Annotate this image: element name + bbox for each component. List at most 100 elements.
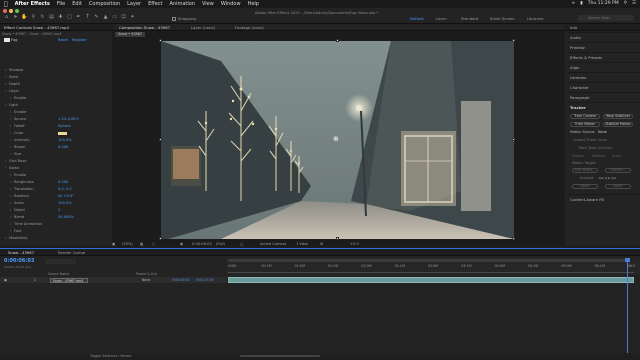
layer-name[interactable]: Snow - 43967.mp4 <box>50 277 88 283</box>
parent-dropdown[interactable]: None <box>142 278 150 282</box>
twirl-icon[interactable]: › <box>10 201 11 205</box>
type-tool-icon[interactable]: T <box>84 15 91 20</box>
workspace-learn[interactable]: Learn <box>436 16 447 21</box>
menu-window[interactable]: Window <box>221 1 241 7</box>
twirl-icon[interactable]: › <box>10 110 11 114</box>
home-icon[interactable]: ⌂ <box>3 15 10 20</box>
menu-help[interactable]: Help <box>248 1 259 7</box>
search-help-input[interactable]: Search Help <box>578 15 634 21</box>
twirl-icon[interactable]: › <box>5 166 6 170</box>
eraser-tool-icon[interactable]: ▭ <box>111 15 118 20</box>
twirl-icon[interactable]: › <box>5 75 6 79</box>
region-icon[interactable]: ▢ <box>240 242 243 246</box>
effect-property-value[interactable]: 0.0, 0.0 <box>58 187 72 191</box>
track-motion-button[interactable]: Track Motion <box>570 122 600 127</box>
panel-content-aware-fill[interactable]: Content-Aware Fill <box>570 197 604 202</box>
playhead-handle[interactable] <box>625 258 630 262</box>
effect-property-value[interactable]: 50.000% <box>58 215 74 219</box>
twirl-icon[interactable]: › <box>10 173 11 177</box>
color-swatch[interactable] <box>58 131 67 135</box>
panel-effects-presets[interactable]: Effects & Presets <box>570 55 602 60</box>
workspace-default[interactable]: Default <box>410 16 424 21</box>
transform-handle-top-left[interactable] <box>159 39 162 42</box>
transform-handle-mid-left[interactable] <box>159 138 162 141</box>
grid-icon[interactable]: ▦ <box>140 242 143 246</box>
track-camera-button[interactable]: Track Camera <box>570 114 600 119</box>
work-area-bar[interactable] <box>228 259 628 262</box>
effect-property-value[interactable]: 0x +0.0° <box>58 194 74 198</box>
transform-handle-bottom-center[interactable] <box>336 237 339 240</box>
twirl-icon[interactable]: › <box>10 215 11 219</box>
mask-icon[interactable]: ○ <box>152 242 155 246</box>
twirl-icon[interactable]: › <box>10 222 11 226</box>
toggle-switches-modes[interactable]: Toggle Switches / Modes <box>90 354 131 358</box>
twirl-icon[interactable]: › <box>5 159 6 163</box>
zoom-window-icon[interactable] <box>15 9 19 13</box>
timeline-search-input[interactable] <box>46 259 76 264</box>
zoom-slider[interactable] <box>240 355 320 357</box>
menu-edit[interactable]: Edit <box>72 1 82 7</box>
rotation-checkbox[interactable]: Rotation <box>592 154 605 158</box>
menu-file[interactable]: File <box>57 1 65 7</box>
effect-property-value[interactable]: 0.000 <box>58 180 68 184</box>
current-track-dropdown[interactable]: None <box>598 138 607 142</box>
panel-libraries[interactable]: Libraries <box>570 75 586 80</box>
transform-handle-bottom-left[interactable] <box>159 237 162 240</box>
rotate-tool-icon[interactable]: ↻ <box>39 15 46 20</box>
twirl-icon[interactable]: › <box>10 187 11 191</box>
effect-property-value[interactable]: 100.0% <box>58 201 72 205</box>
roto-brush-tool-icon[interactable]: ☺ <box>120 15 127 20</box>
anchor-point-icon[interactable]: ⊕ <box>333 136 340 143</box>
twirl-icon[interactable]: › <box>10 131 11 135</box>
options-button[interactable]: Options... <box>605 168 631 173</box>
layer-duration-bar[interactable] <box>228 277 634 283</box>
zoom-dropdown[interactable]: (55%) <box>122 242 133 246</box>
app-menu[interactable]: After Effects <box>15 1 50 7</box>
pen-tool-icon[interactable]: ✒ <box>75 15 82 20</box>
position-checkbox[interactable]: Position <box>572 154 584 158</box>
current-time[interactable]: 0:00:06:03 <box>192 242 212 246</box>
snapshot-icon[interactable]: ◉ <box>180 242 183 246</box>
transform-handle-bottom-right[interactable] <box>512 237 515 240</box>
warp-stabilizer-button[interactable]: Warp Stabilizer <box>603 114 633 119</box>
panel-audio[interactable]: Audio <box>570 35 581 40</box>
scale-checkbox[interactable]: Scale <box>612 154 621 158</box>
panel-align[interactable]: Align <box>570 65 580 70</box>
visibility-eye-icon[interactable]: ◉ <box>4 278 7 282</box>
puppet-tool-icon[interactable]: ✦ <box>129 15 136 20</box>
column-source-name[interactable]: Source Name <box>48 272 69 276</box>
effect-controls-tab[interactable]: Effect Controls Snow - 43967.mp4 <box>4 25 69 30</box>
hand-tool-icon[interactable]: ✋ <box>21 15 28 20</box>
panel-character[interactable]: Character <box>570 85 589 90</box>
minimize-window-icon[interactable] <box>9 9 13 13</box>
reset-link[interactable]: Reset <box>58 38 68 42</box>
wifi-icon[interactable]: ≈ <box>572 1 576 6</box>
fx-badge-icon[interactable] <box>4 38 10 42</box>
search-icon[interactable]: ⚲ <box>624 1 627 6</box>
edit-target-button[interactable]: Edit Target... <box>572 168 598 173</box>
panel-info[interactable]: Info <box>570 25 577 30</box>
twirl-icon[interactable]: › <box>10 229 11 233</box>
zoom-tool-icon[interactable]: ⚲ <box>30 15 37 20</box>
motion-source-dropdown[interactable]: None <box>598 130 607 134</box>
pan-behind-tool-icon[interactable]: ✚ <box>57 15 64 20</box>
menu-view[interactable]: View <box>202 1 214 7</box>
selection-tool-icon[interactable]: ➤ <box>12 15 19 20</box>
twirl-icon[interactable]: › <box>10 145 11 149</box>
out-time[interactable]: 0:00:17:29 <box>196 278 213 282</box>
camera-dropdown[interactable]: Active Camera <box>260 242 286 246</box>
workspace-libraries[interactable]: Libraries <box>527 16 543 21</box>
menu-composition[interactable]: Composition <box>89 1 120 7</box>
flowchart-icon[interactable]: ⚙ <box>320 242 323 246</box>
panel-paragraph[interactable]: Paragraph <box>570 95 589 100</box>
apple-icon[interactable]:  <box>4 1 8 8</box>
brush-tool-icon[interactable]: ✎ <box>93 15 100 20</box>
comp-sub-tab[interactable]: Snow • 43967 <box>115 32 146 37</box>
twirl-icon[interactable]: › <box>10 138 11 142</box>
always-preview-icon[interactable]: ▣ <box>112 242 115 246</box>
snapping-checkbox[interactable] <box>172 17 176 21</box>
workspace-small-screen[interactable]: Small Screen <box>490 16 515 21</box>
effect-property-value[interactable]: 2 <box>58 208 60 212</box>
effect-property-value[interactable]: 1.34.1/49.9 <box>58 117 79 121</box>
reset-button[interactable]: Reset <box>572 184 598 189</box>
